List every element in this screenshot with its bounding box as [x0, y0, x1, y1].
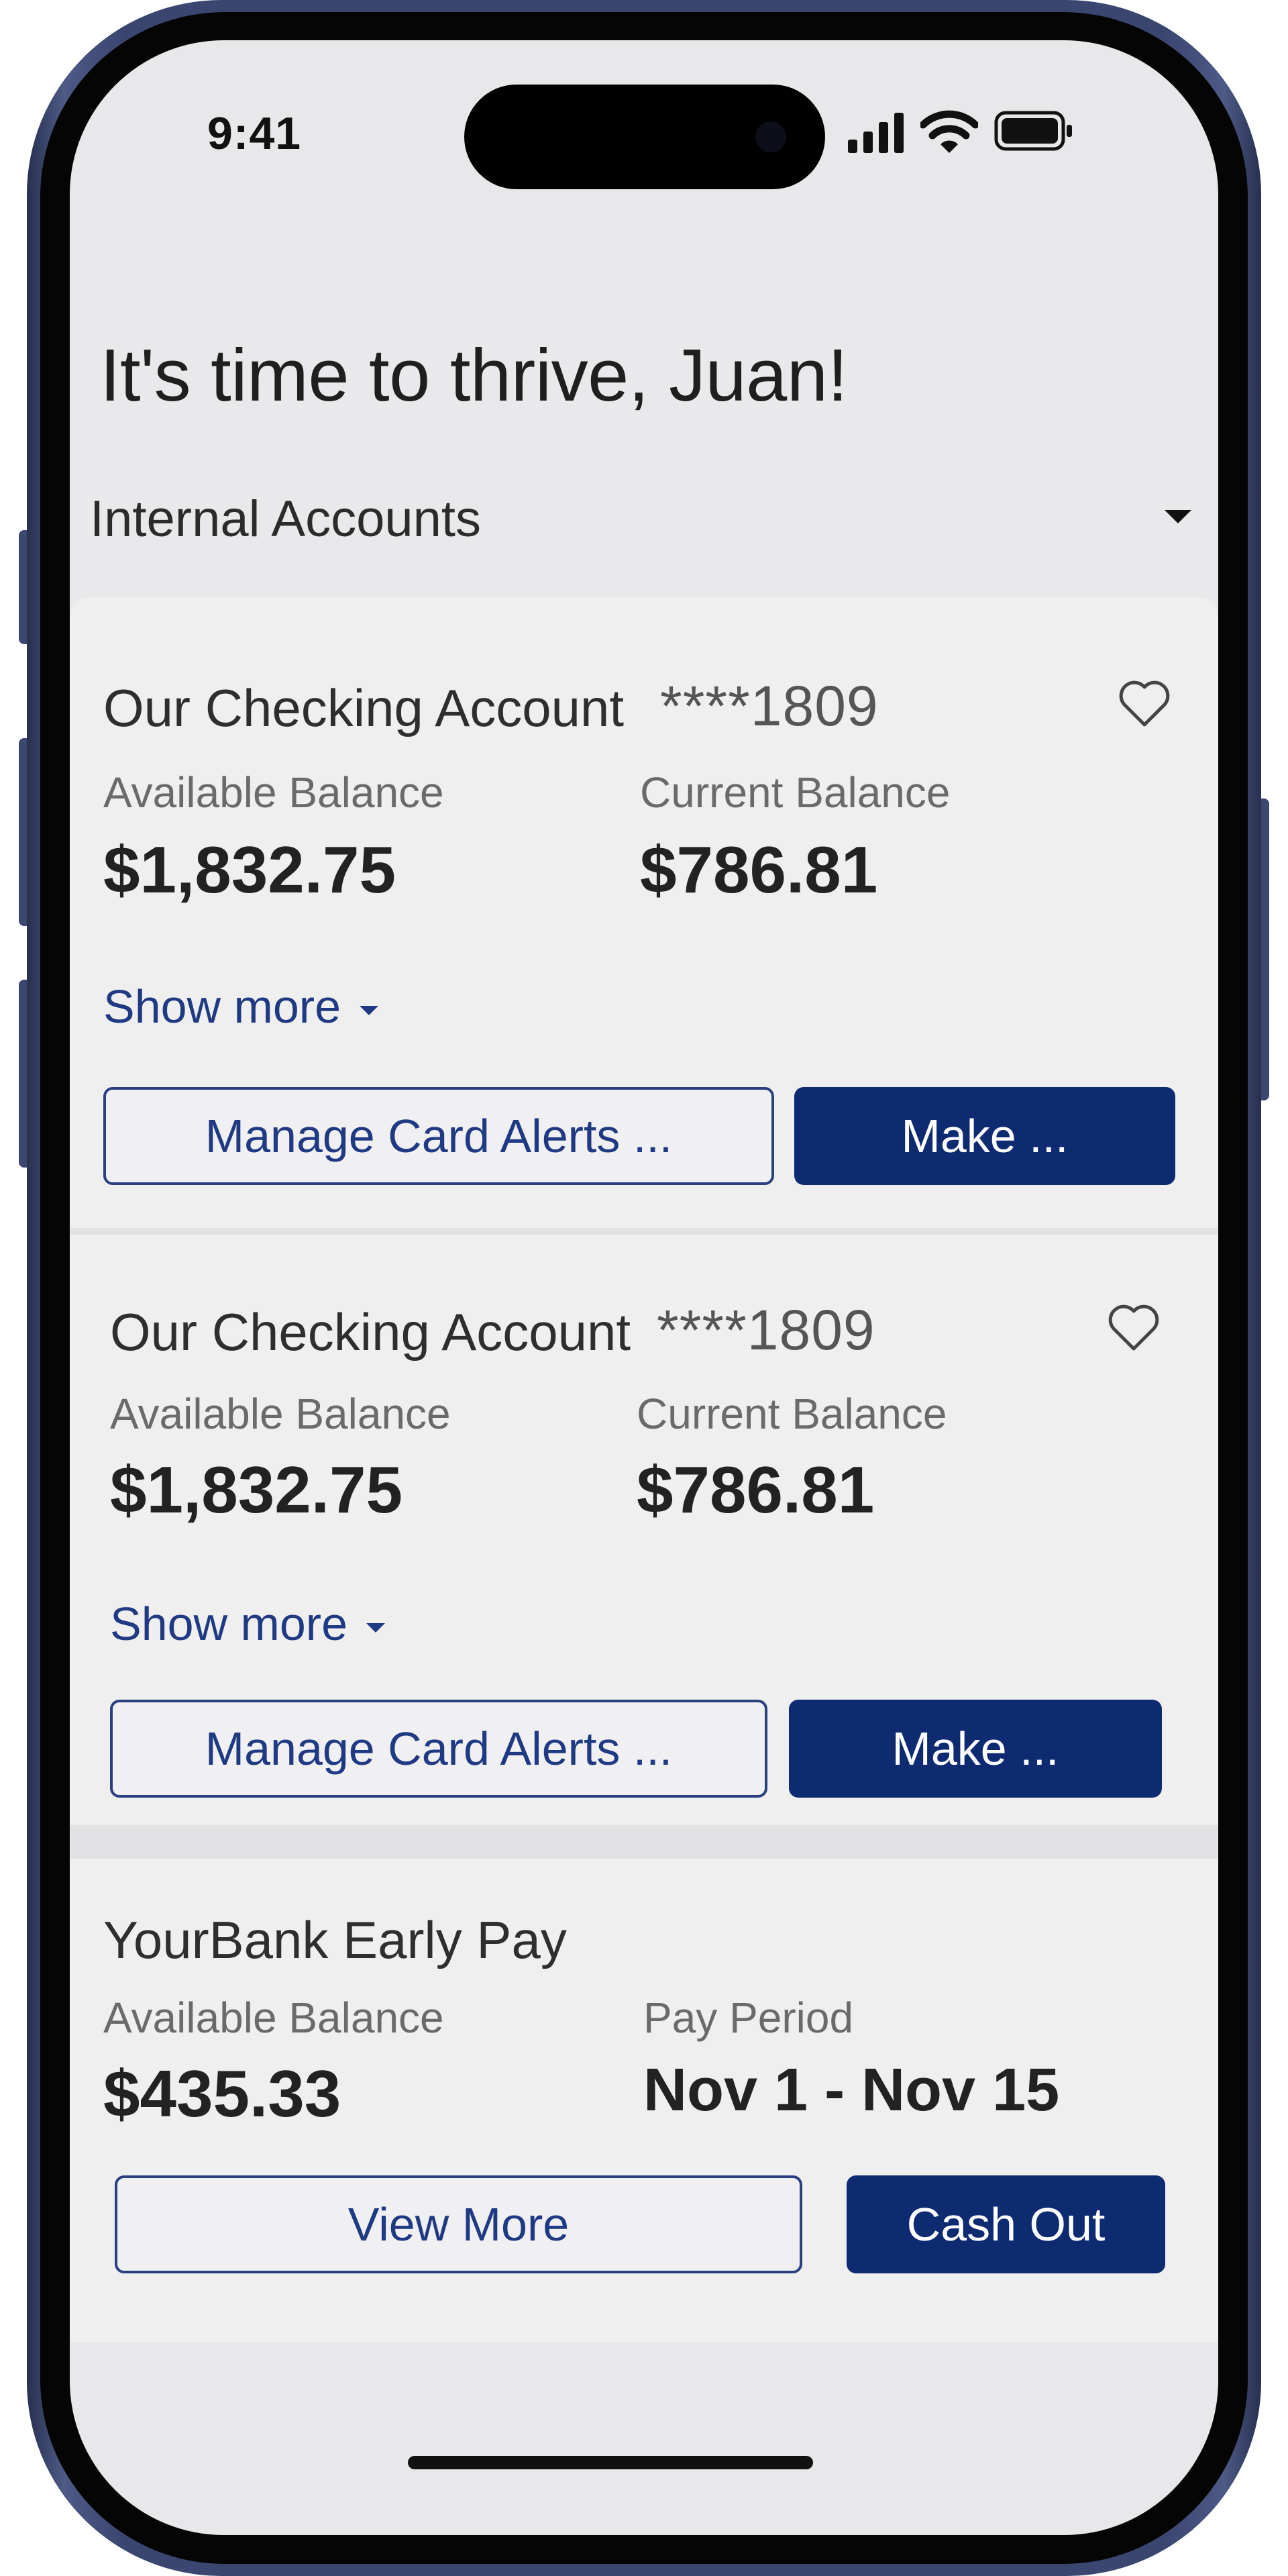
show-more-link[interactable]: Show more [110, 1597, 386, 1651]
account-number: ****1809 [660, 674, 879, 737]
heart-icon[interactable] [1118, 679, 1171, 727]
current-balance-amount: $786.81 [640, 833, 878, 907]
caret-down-icon [1165, 510, 1191, 523]
wifi-icon [920, 110, 978, 153]
show-more-label: Show more [110, 1598, 348, 1650]
phone-screen: 9:41 It's time to thrive, Juan! Internal… [70, 40, 1218, 2535]
greeting-title: It's time to thrive, Juan! [100, 334, 848, 417]
early-pay-balance-amount: $435.33 [103, 2057, 341, 2130]
pay-period-label: Pay Period [643, 1994, 854, 2042]
available-balance-label: Available Balance [110, 1390, 451, 1438]
make-button[interactable]: Make ... [794, 1087, 1175, 1185]
caret-down-icon [366, 1622, 386, 1633]
account-number: ****1809 [657, 1298, 875, 1361]
section-divider [70, 1825, 1218, 1859]
cellular-signal-icon [848, 113, 904, 153]
early-pay-title: YourBank Early Pay [103, 1910, 567, 1969]
available-balance-label: Available Balance [103, 1994, 444, 2042]
current-balance-label: Current Balance [640, 768, 951, 817]
internal-accounts-dropdown[interactable]: Internal Accounts [90, 470, 1198, 564]
home-indicator[interactable] [408, 2456, 813, 2469]
available-balance-label: Available Balance [103, 768, 444, 817]
checking-account-card: Our Checking Account ****1809 Available … [70, 1235, 1218, 1825]
battery-icon [994, 111, 1072, 151]
current-balance-label: Current Balance [637, 1390, 947, 1438]
account-name: Our Checking Account [103, 678, 625, 737]
manage-card-alerts-button[interactable]: Manage Card Alerts ... [110, 1700, 767, 1798]
pay-period-value: Nov 1 - Nov 15 [643, 2057, 1060, 2124]
status-time: 9:41 [207, 108, 302, 159]
card-divider [70, 1228, 1218, 1235]
available-balance-amount: $1,832.75 [110, 1453, 402, 1527]
caret-down-icon [360, 1005, 379, 1015]
dynamic-island [464, 85, 825, 189]
current-balance-amount: $786.81 [637, 1453, 875, 1527]
view-more-button[interactable]: View More [115, 2175, 802, 2273]
early-pay-card: YourBank Early Pay Available Balance Pay… [70, 1859, 1218, 2342]
heart-icon[interactable] [1107, 1303, 1161, 1351]
available-balance-amount: $1,832.75 [103, 833, 396, 907]
status-bar: 9:41 [70, 40, 1218, 228]
manage-card-alerts-button[interactable]: Manage Card Alerts ... [103, 1087, 774, 1185]
make-button[interactable]: Make ... [789, 1700, 1162, 1798]
show-more-label: Show more [103, 980, 341, 1033]
cash-out-button[interactable]: Cash Out [847, 2175, 1165, 2273]
show-more-link[interactable]: Show more [103, 980, 379, 1033]
checking-account-card: Our Checking Account ****1809 Available … [70, 597, 1218, 1228]
camera-icon [755, 121, 786, 152]
account-name: Our Checking Account [110, 1302, 631, 1361]
dropdown-label: Internal Accounts [90, 491, 482, 548]
header-area: It's time to thrive, Juan! Internal Acco… [70, 228, 1218, 604]
